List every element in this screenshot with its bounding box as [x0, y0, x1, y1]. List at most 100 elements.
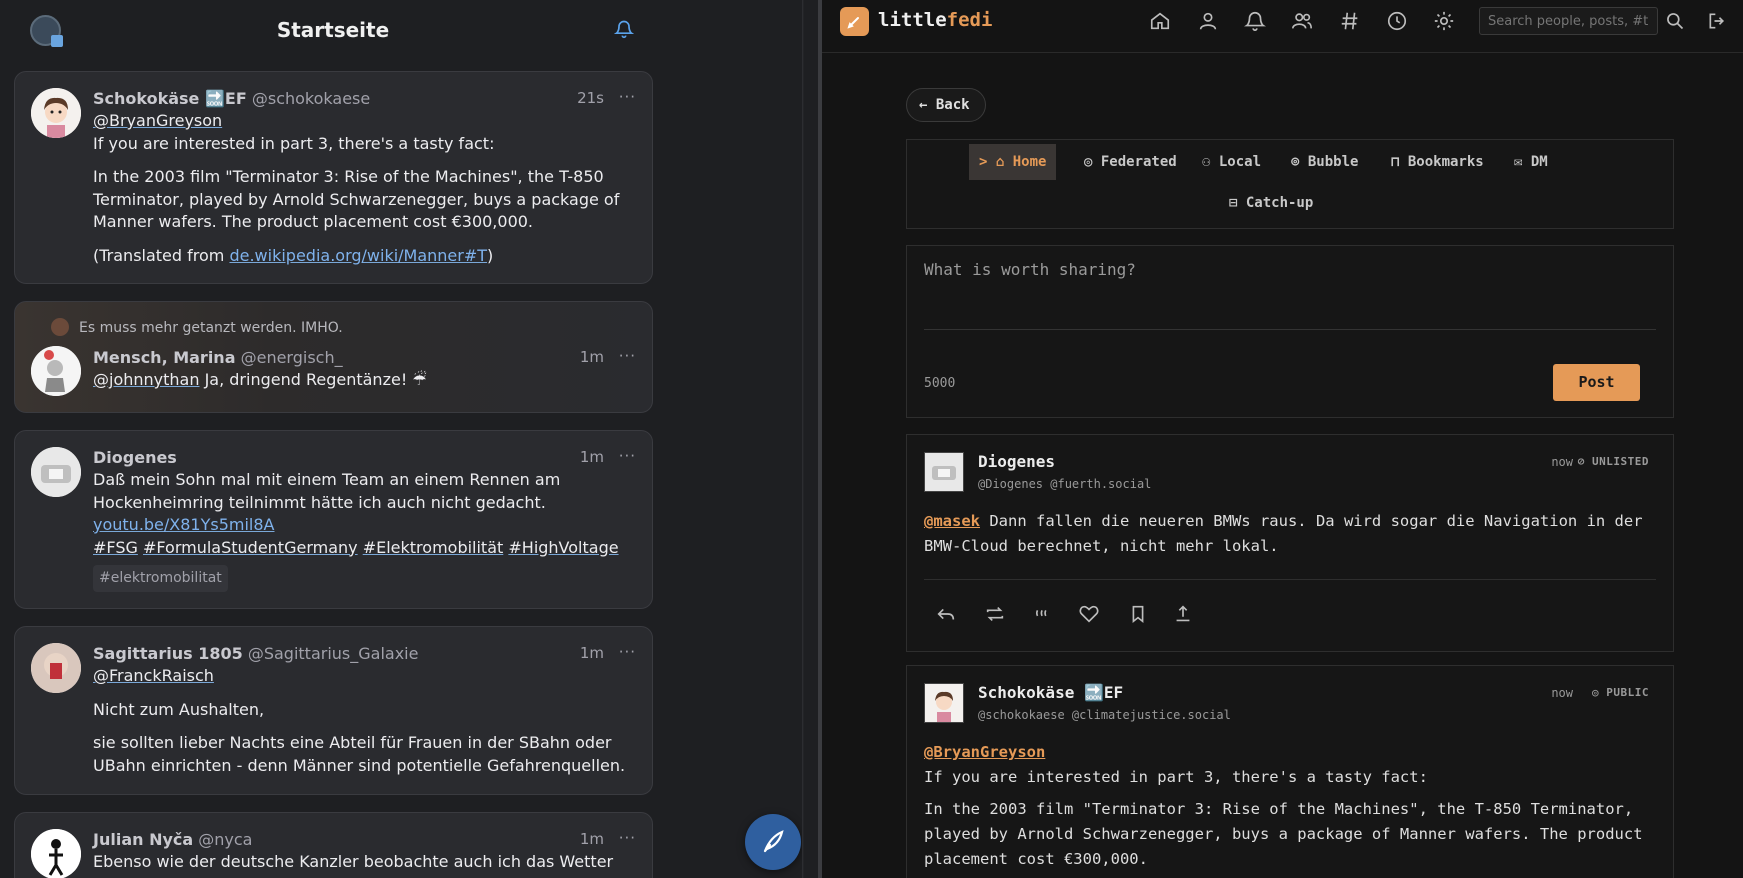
tab-catch-up[interactable]: ⊟ Catch-up	[1219, 185, 1323, 221]
mention-link[interactable]: @masek	[924, 512, 980, 530]
handle: @schokokaese	[251, 89, 371, 108]
mention-link[interactable]: @FranckRaisch	[93, 666, 214, 685]
handle: @energisch_	[240, 348, 343, 367]
logout-icon[interactable]	[1707, 11, 1727, 31]
heart-icon[interactable]	[1078, 603, 1100, 625]
clock-icon[interactable]	[1386, 10, 1408, 32]
post-time[interactable]: now	[1551, 455, 1573, 469]
timeline-post[interactable]: Es muss mehr getanzt werden. IMHO. Mensc…	[14, 301, 653, 413]
app-logo[interactable]: littlefedi	[878, 9, 992, 31]
timeline-post[interactable]: Diogenes @Diogenes @fuerth.social now ⊘ …	[906, 434, 1674, 652]
bookmark-icon: ⊓	[1391, 154, 1408, 170]
avatar[interactable]	[31, 447, 81, 497]
post-button[interactable]: Post	[1553, 364, 1640, 401]
post-author[interactable]: Diogenes	[93, 448, 177, 467]
translation-note: (Translated from de.wikipedia.org/wiki/M…	[93, 245, 494, 265]
composer: 5000 Post	[906, 245, 1674, 418]
people-icon[interactable]	[1291, 10, 1313, 32]
avatar[interactable]	[924, 683, 964, 723]
search-input[interactable]	[1479, 7, 1658, 35]
people-icon: ⚇	[1202, 154, 1219, 170]
hashtag-chip[interactable]: #elektromobilitat	[93, 565, 228, 592]
left-scrollbar[interactable]	[802, 0, 804, 878]
post-author[interactable]: Schokokäse 🔜EF @schokokaese	[93, 89, 370, 108]
avatar[interactable]	[924, 452, 964, 492]
tab-federated[interactable]: ◎ Federated	[1074, 144, 1187, 180]
bell-icon[interactable]	[614, 18, 634, 40]
timeline-post[interactable]: Diogenes 1m ··· Daß mein Sohn mal mit ei…	[14, 430, 653, 609]
globe-icon: ◎	[1592, 686, 1607, 699]
tab-bookmarks[interactable]: ⊓ Bookmarks	[1381, 144, 1494, 180]
post-author[interactable]: Sagittarius 1805 @Sagittarius_Galaxie	[93, 644, 418, 663]
avatar[interactable]	[31, 829, 81, 878]
character-counter: 5000	[924, 376, 956, 391]
post-body: Daß mein Sohn mal mit einem Team an eine…	[93, 469, 638, 592]
tab-bubble[interactable]: ⊚ Bubble	[1281, 144, 1368, 180]
more-options-icon[interactable]: ···	[619, 829, 636, 847]
settings-gear-icon[interactable]	[1433, 10, 1455, 32]
post-text: Ja, dringend Regentänze! ☔	[199, 370, 427, 389]
post-text: In the 2003 film "Terminator 3: Rise of …	[924, 800, 1643, 868]
timeline-post[interactable]: Julian Nyča @nyca 1m ··· Ebenso wie der …	[14, 812, 653, 878]
hashtag-link[interactable]: #HighVoltage	[508, 538, 618, 557]
display-name[interactable]: Schokokäse 🔜EF	[978, 683, 1123, 702]
page-title: Startseite	[276, 18, 390, 42]
timeline-post[interactable]: Sagittarius 1805 @Sagittarius_Galaxie 1m…	[14, 626, 653, 795]
home-icon[interactable]	[1149, 10, 1171, 32]
compose-button[interactable]	[745, 814, 801, 870]
more-options-icon[interactable]: ···	[619, 88, 636, 106]
post-author[interactable]: Julian Nyča @nyca	[93, 830, 252, 849]
post-text: If you are interested in part 3, there's…	[93, 133, 495, 153]
avatar[interactable]	[31, 346, 81, 396]
divider	[924, 579, 1656, 580]
post-time[interactable]: 1m	[580, 644, 604, 662]
timeline-post[interactable]: Schokokäse 🔜EF @schokokaese 21s ··· @Bry…	[14, 71, 653, 284]
feather-icon	[763, 830, 784, 853]
tab-dm[interactable]: ✉ DM	[1504, 144, 1558, 180]
post-time[interactable]: 21s	[577, 89, 604, 107]
search-icon[interactable]	[1665, 11, 1685, 31]
post-body: Ebenso wie der deutsche Kanzler beobacht…	[93, 852, 614, 878]
hashtag-icon[interactable]	[1339, 10, 1361, 32]
post-time[interactable]: 1m	[580, 448, 604, 466]
left-header: Startseite	[0, 0, 804, 61]
more-options-icon[interactable]: ···	[619, 643, 636, 661]
bookmark-icon[interactable]	[1127, 603, 1149, 625]
video-link[interactable]: youtu.be/X81Ys5mil8A	[93, 515, 275, 534]
visibility-badge: ◎ PUBLIC	[1592, 686, 1649, 699]
timeline-post[interactable]: Schokokäse 🔜EF @schokokaese @climatejust…	[906, 665, 1674, 878]
more-options-icon[interactable]: ···	[619, 447, 636, 465]
display-name: Mensch, Marina	[93, 348, 236, 367]
handle[interactable]: @schokokaese @climatejustice.social	[978, 708, 1231, 722]
profile-icon[interactable]	[1197, 10, 1219, 32]
hashtag-link[interactable]: #Elektromobilität	[363, 538, 504, 557]
hashtag-link[interactable]: #FormulaStudentGermany	[143, 538, 358, 557]
translation-source-link[interactable]: de.wikipedia.org/wiki/Manner#T	[229, 246, 487, 265]
post-author[interactable]: Mensch, Marina @energisch_	[93, 348, 343, 367]
boost-icon[interactable]	[984, 603, 1006, 625]
post-time[interactable]: 1m	[580, 348, 604, 366]
post-text: sie sollten lieber Nachts eine Abteil fü…	[93, 733, 626, 775]
notifications-icon[interactable]	[1244, 10, 1266, 32]
post-time[interactable]: now	[1551, 686, 1573, 700]
tab-local[interactable]: ⚇ Local	[1192, 144, 1271, 180]
avatar[interactable]	[31, 88, 81, 138]
booster-avatar[interactable]	[51, 318, 69, 336]
mention-link[interactable]: @BryanGreyson	[93, 111, 222, 130]
hashtag-link[interactable]: #FSG	[93, 538, 138, 557]
more-options-icon[interactable]: ···	[619, 347, 636, 365]
handle[interactable]: @Diogenes @fuerth.social	[978, 477, 1151, 491]
tab-home[interactable]: > ⌂ Home	[969, 144, 1057, 180]
back-button[interactable]: ← Back	[906, 88, 986, 122]
reply-icon[interactable]	[935, 603, 957, 625]
compose-textarea[interactable]	[924, 260, 1656, 330]
share-icon[interactable]	[1172, 603, 1194, 625]
mention-link[interactable]: @johnnythan	[93, 370, 199, 389]
display-name: Schokokäse 🔜EF	[93, 89, 247, 108]
post-time[interactable]: 1m	[580, 830, 604, 848]
display-name[interactable]: Diogenes	[978, 452, 1055, 471]
quote-icon[interactable]	[1032, 603, 1054, 625]
avatar[interactable]	[31, 643, 81, 693]
logo-icon[interactable]	[840, 7, 869, 36]
mention-link[interactable]: @BryanGreyson	[924, 743, 1045, 761]
